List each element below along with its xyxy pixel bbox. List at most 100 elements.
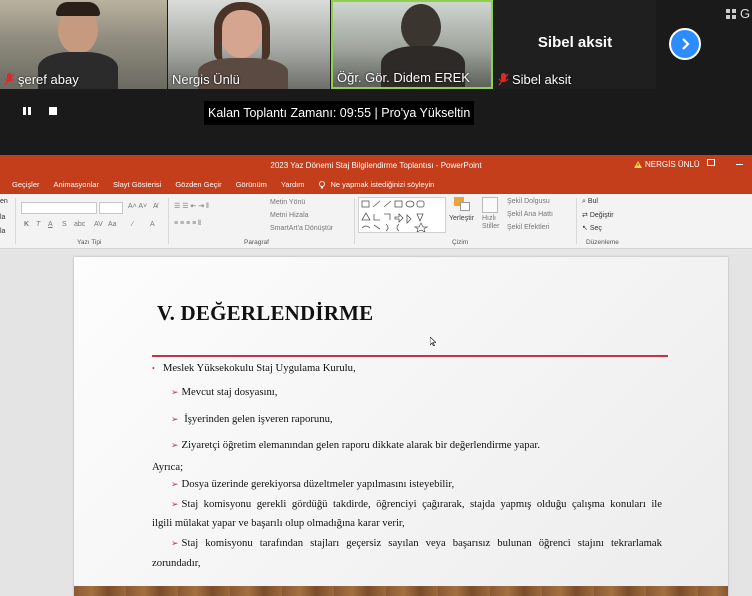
video-tile-seref[interactable]: şeref abay — [0, 0, 167, 89]
participant-name: şeref abay — [18, 72, 79, 87]
also-label: Ayrıca; — [152, 461, 184, 473]
align-buttons[interactable]: ≡ ≡ ≡ ≡ ⫴ — [174, 220, 201, 228]
shape-effects-button[interactable]: Şekil Efektleri — [507, 224, 549, 231]
arrow-bullet-icon: ➢ — [171, 499, 179, 509]
bold-button[interactable]: K — [24, 221, 29, 228]
spacing-button[interactable]: AV — [94, 221, 103, 228]
list-item-text: Staj komisyonu gerekli gördüğü takdirde,… — [181, 498, 662, 510]
bullet-dot-icon: • — [152, 364, 155, 373]
divider — [354, 198, 355, 244]
slide[interactable]: V. DEĞERLENDİRME • Meslek Yüksekokulu St… — [74, 257, 728, 596]
clipped-label: la — [0, 228, 6, 235]
participant-video — [401, 4, 441, 50]
share-controls — [22, 106, 58, 116]
arrow-bullet-icon: ➢ — [171, 387, 179, 397]
list-item: ➢ Staj komisyonu gerekli gördüğü takdirde… — [171, 498, 662, 511]
list-item-text: Staj komisyonu tarafından stajları geçer… — [181, 537, 662, 549]
participant-name: Nergis Ünlü — [172, 72, 240, 87]
divider — [168, 198, 169, 244]
ppt-title-bar: 2023 Yaz Dönemi Staj Bilgilendirme Topla… — [0, 155, 752, 175]
list-item: ➢ Staj komisyonu tarafından stajları geçe… — [171, 537, 662, 550]
list-item-text: Ziyaretçi öğretim elemanından gelen rapo… — [181, 439, 541, 451]
minimize-icon[interactable] — [736, 164, 743, 165]
arrow-bullet-icon: ➢ — [171, 538, 179, 548]
screen: şeref abay Nergis Ünlü Öğr. Gör. Didem E… — [0, 0, 752, 596]
text-direction-button[interactable]: Metin Yönü — [270, 199, 305, 206]
case-button[interactable]: Aa — [108, 221, 117, 228]
tell-me-label: Ne yapmak istediğinizi söyleyin — [330, 180, 435, 189]
shapes-gallery[interactable] — [358, 197, 446, 233]
list-item-text: İşyerinden gelen işveren raporunu, — [184, 413, 333, 425]
shapes-icon — [361, 200, 429, 233]
font-size-buttons[interactable]: A˄ A˅ — [128, 203, 147, 210]
shape-fill-button[interactable]: Şekil Dolgusu — [507, 198, 550, 205]
participant-name: Öğr. Gör. Didem EREK — [337, 70, 470, 85]
group-label-paragraph: Paragraf — [244, 239, 269, 246]
highlight-button[interactable]: ⁄ — [132, 221, 133, 228]
gallery-view-button[interactable]: G — [726, 6, 750, 21]
list-item: ➢ Mevcut staj dosyasını, — [171, 386, 277, 399]
slide-editor: V. DEĞERLENDİRME • Meslek Yüksekokulu St… — [0, 254, 752, 596]
group-label-font: Yazı Tipi — [77, 239, 102, 246]
tile-name-label: şeref abay — [4, 72, 79, 87]
tile-name-label: Nergis Ünlü — [172, 72, 240, 87]
tile-name-label: Öğr. Gör. Didem EREK — [337, 70, 470, 85]
slide-title[interactable]: V. DEĞERLENDİRME — [157, 301, 373, 326]
tab-view[interactable]: Görünüm — [236, 180, 267, 189]
mic-muted-icon — [498, 73, 509, 86]
find-label: Bul — [587, 198, 598, 205]
divider — [576, 198, 577, 244]
font-name-input[interactable] — [21, 202, 97, 214]
tab-transitions[interactable]: Geçişler — [12, 180, 40, 189]
italic-button[interactable]: T — [36, 221, 40, 228]
tab-animations[interactable]: Animasyonlar — [54, 180, 99, 189]
underline-button[interactable]: A — [48, 221, 53, 228]
divider — [15, 198, 16, 244]
next-page-button[interactable] — [669, 28, 701, 60]
powerpoint-window: 2023 Yaz Dönemi Staj Bilgilendirme Topla… — [0, 155, 752, 596]
tab-review[interactable]: Gözden Geçir — [175, 180, 221, 189]
ribbon-display-icon[interactable] — [707, 159, 715, 166]
tab-help[interactable]: Yardım — [281, 180, 305, 189]
shadow-button[interactable]: S — [62, 221, 67, 228]
user-name: NERGİS ÜNLÜ — [645, 160, 700, 169]
bullets-button[interactable]: ☰ ☰ ⇤ ⇥ ‖ — [174, 202, 209, 210]
video-tile-sibel[interactable]: Sibel aksit Sibel aksit — [494, 0, 656, 89]
align-text-button[interactable]: Metni Hizala — [270, 212, 309, 219]
tab-slideshow[interactable]: Slayt Gösterisi — [113, 180, 161, 189]
select-button[interactable]: ↖ Seç — [582, 224, 602, 232]
list-item-continuation: zorundadır, — [152, 557, 201, 569]
list-item: ➢ Ziyaretçi öğretim elemanından gelen rap… — [171, 439, 540, 452]
ribbon: en la la A˄ A˅ A̸ K T A S abc AV Aa ⁄ A … — [0, 194, 752, 249]
group-label-drawing: Çizim — [452, 239, 469, 246]
cursor-icon: ↖ — [582, 225, 590, 232]
video-tile-didem[interactable]: Öğr. Gör. Didem EREK — [331, 0, 493, 89]
shape-outline-button[interactable]: Şekil Ana Hattı — [507, 211, 553, 218]
pause-icon[interactable] — [22, 106, 32, 116]
smartart-button[interactable]: SmartArt'a Dönüştür — [270, 225, 333, 232]
arrange-button[interactable]: Yerleştir — [449, 215, 474, 222]
meeting-time-remaining[interactable]: Kalan Toplantı Zamanı: 09:55 | Pro'ya Yü… — [204, 101, 475, 125]
quick-styles-button[interactable]: Hızlı Stiller — [482, 215, 502, 231]
clipped-label: la — [0, 214, 6, 221]
clear-format-icon[interactable]: A̸ — [153, 203, 158, 210]
mic-muted-icon — [4, 73, 15, 86]
hair — [56, 2, 100, 16]
video-tile-nergis[interactable]: Nergis Ünlü — [168, 0, 330, 89]
list-item: ➢ İşyerinden gelen işveren raporunu, — [171, 413, 333, 426]
group-label-editing: Düzenleme — [586, 239, 619, 246]
arrow-bullet-icon: ➢ — [171, 414, 179, 424]
replace-button[interactable]: ⇄ Değiştir — [582, 211, 614, 219]
list-item-text: Dosya üzerinde gerekiyorsa düzeltmeler y… — [181, 478, 455, 490]
replace-label: Değiştir — [589, 212, 614, 219]
user-account[interactable]: NERGİS ÜNLÜ — [634, 160, 700, 169]
font-size-input[interactable] — [99, 202, 123, 214]
tell-me-search[interactable]: Ne yapmak istediğinizi söyleyin — [318, 180, 448, 189]
slide-floor-decoration — [74, 586, 728, 596]
font-color-button[interactable]: A — [150, 221, 155, 228]
tile-name-label: Sibel aksit — [498, 72, 571, 87]
stop-icon[interactable] — [48, 106, 58, 116]
strike-button[interactable]: abc — [74, 221, 85, 228]
lightbulb-icon — [319, 180, 326, 188]
find-button[interactable]: ⌕ Bul — [582, 198, 598, 206]
